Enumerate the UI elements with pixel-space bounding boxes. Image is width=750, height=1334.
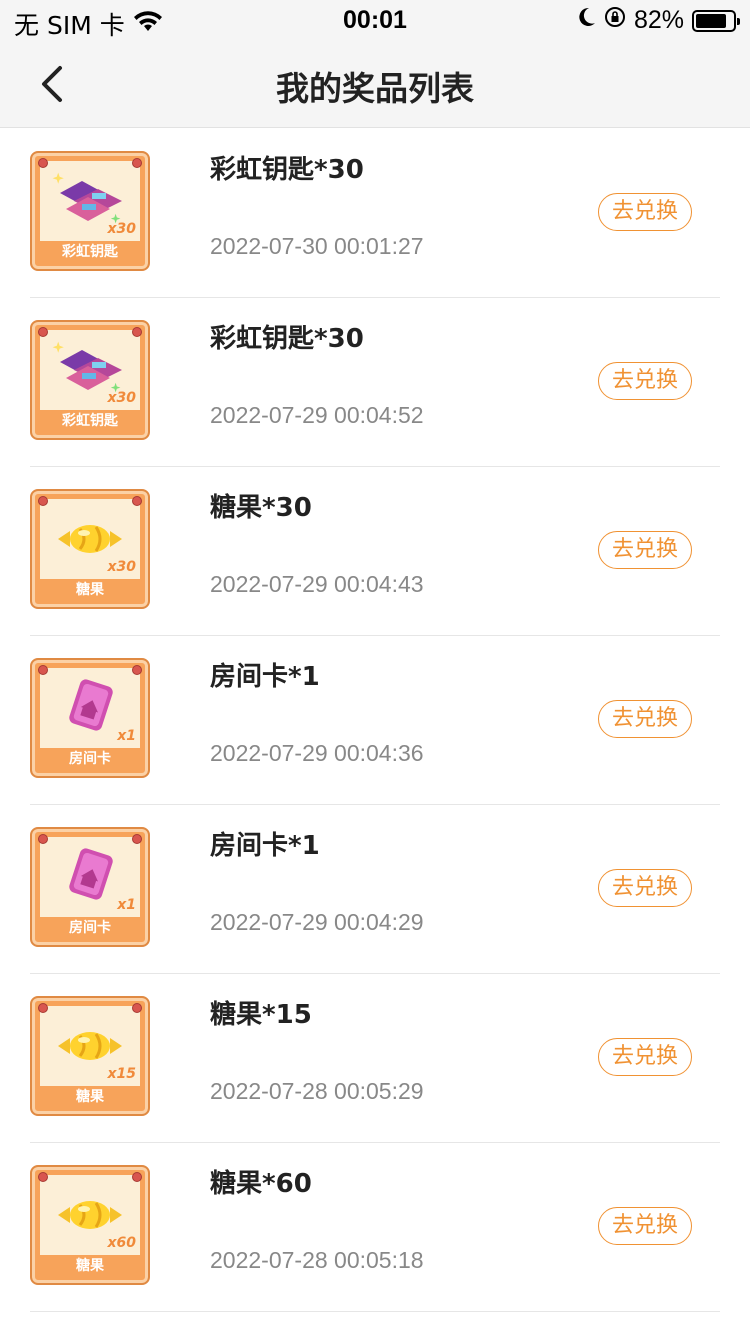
- prize-thumbnail: x15 糖果: [30, 996, 150, 1116]
- redeem-button[interactable]: 去兑换: [598, 1038, 692, 1076]
- prize-timestamp: 2022-07-29 00:04:52: [210, 402, 424, 428]
- redeem-button[interactable]: 去兑换: [598, 869, 692, 907]
- battery-icon: [692, 9, 740, 32]
- battery-level-fill: [696, 13, 726, 28]
- redeem-button[interactable]: 去兑换: [598, 362, 692, 400]
- prize-list-item: x30 彩虹钥匙 彩虹钥匙*30 2022-07-29 00:04:52 去兑换: [30, 298, 720, 467]
- prize-name: 房间卡*1: [210, 662, 320, 692]
- thumbnail-quantity: x30: [107, 559, 136, 575]
- redeem-button[interactable]: 去兑换: [598, 193, 692, 231]
- pin-icon: [38, 1172, 48, 1182]
- thumbnail-label: 彩虹钥匙: [62, 244, 118, 260]
- prize-timestamp: 2022-07-28 00:05:29: [210, 1078, 424, 1104]
- pin-icon: [132, 665, 142, 675]
- prize-list-item: x1 房间卡 房间卡*1 2022-07-29 00:04:36 去兑换: [30, 636, 720, 805]
- pin-icon: [38, 327, 48, 337]
- thumbnail-label: 彩虹钥匙: [62, 413, 118, 429]
- redeem-button[interactable]: 去兑换: [598, 700, 692, 738]
- rotation-lock-icon: [604, 6, 626, 35]
- thumbnail-quantity: x1: [117, 897, 136, 913]
- thumbnail-label: 房间卡: [69, 920, 111, 936]
- prize-list-item: x30 糖果 糖果*30 2022-07-29 00:04:43 去兑换: [30, 467, 720, 636]
- prize-list-item: x30 彩虹钥匙 彩虹钥匙*30 2022-07-30 00:01:27 去兑换: [30, 129, 720, 298]
- prize-list-item: x15 糖果 糖果*15 2022-07-28 00:05:29 去兑换: [30, 974, 720, 1143]
- navigation-bar: 我的奖品列表: [0, 40, 750, 128]
- prize-timestamp: 2022-07-29 00:04:43: [210, 571, 424, 597]
- prize-timestamp: 2022-07-30 00:01:27: [210, 233, 424, 259]
- prize-thumbnail: x30 彩虹钥匙: [30, 320, 150, 440]
- prize-thumbnail: x30 糖果: [30, 489, 150, 609]
- redeem-button[interactable]: 去兑换: [598, 531, 692, 569]
- pin-icon: [132, 834, 142, 844]
- pin-icon: [132, 158, 142, 168]
- thumbnail-quantity: x30: [107, 221, 136, 237]
- status-bar: 无 SIM 卡 00:01 82%: [0, 0, 750, 40]
- thumbnail-label: 糖果: [76, 582, 104, 598]
- pin-icon: [38, 496, 48, 506]
- prize-name: 糖果*60: [210, 1169, 312, 1199]
- thumbnail-label: 糖果: [76, 1258, 104, 1274]
- thumbnail-label: 房间卡: [69, 751, 111, 767]
- prize-name: 彩虹钥匙*30: [210, 155, 364, 185]
- prize-name: 房间卡*1: [210, 831, 320, 861]
- thumbnail-label: 糖果: [76, 1089, 104, 1105]
- prize-timestamp: 2022-07-29 00:04:29: [210, 909, 424, 935]
- pin-icon: [132, 496, 142, 506]
- thumbnail-quantity: x1: [117, 728, 136, 744]
- pin-icon: [132, 327, 142, 337]
- pin-icon: [38, 158, 48, 168]
- prize-list: x30 彩虹钥匙 彩虹钥匙*30 2022-07-30 00:01:27 去兑换 x30 彩…: [0, 129, 750, 1312]
- pin-icon: [38, 1003, 48, 1013]
- prize-thumbnail: x60 糖果: [30, 1165, 150, 1285]
- prize-name: 彩虹钥匙*30: [210, 324, 364, 354]
- redeem-button[interactable]: 去兑换: [598, 1207, 692, 1245]
- pin-icon: [132, 1003, 142, 1013]
- prize-timestamp: 2022-07-29 00:04:36: [210, 740, 424, 766]
- thumbnail-quantity: x30: [107, 390, 136, 406]
- pin-icon: [38, 834, 48, 844]
- pin-icon: [38, 665, 48, 675]
- prize-name: 糖果*30: [210, 493, 312, 523]
- battery-percent: 82%: [633, 6, 684, 34]
- status-right: 82%: [576, 6, 740, 35]
- pin-icon: [132, 1172, 142, 1182]
- thumbnail-quantity: x60: [107, 1235, 136, 1251]
- moon-icon: [576, 6, 596, 35]
- page-title: 我的奖品列表: [276, 69, 474, 108]
- prize-thumbnail: x1 房间卡: [30, 827, 150, 947]
- thumbnail-quantity: x15: [107, 1066, 136, 1082]
- prize-timestamp: 2022-07-28 00:05:18: [210, 1247, 424, 1273]
- prize-name: 糖果*15: [210, 1000, 312, 1030]
- prize-thumbnail: x1 房间卡: [30, 658, 150, 778]
- prize-list-item: x60 糖果 糖果*60 2022-07-28 00:05:18 去兑换: [30, 1143, 720, 1312]
- prize-thumbnail: x30 彩虹钥匙: [30, 151, 150, 271]
- prize-list-item: x1 房间卡 房间卡*1 2022-07-29 00:04:29 去兑换: [30, 805, 720, 974]
